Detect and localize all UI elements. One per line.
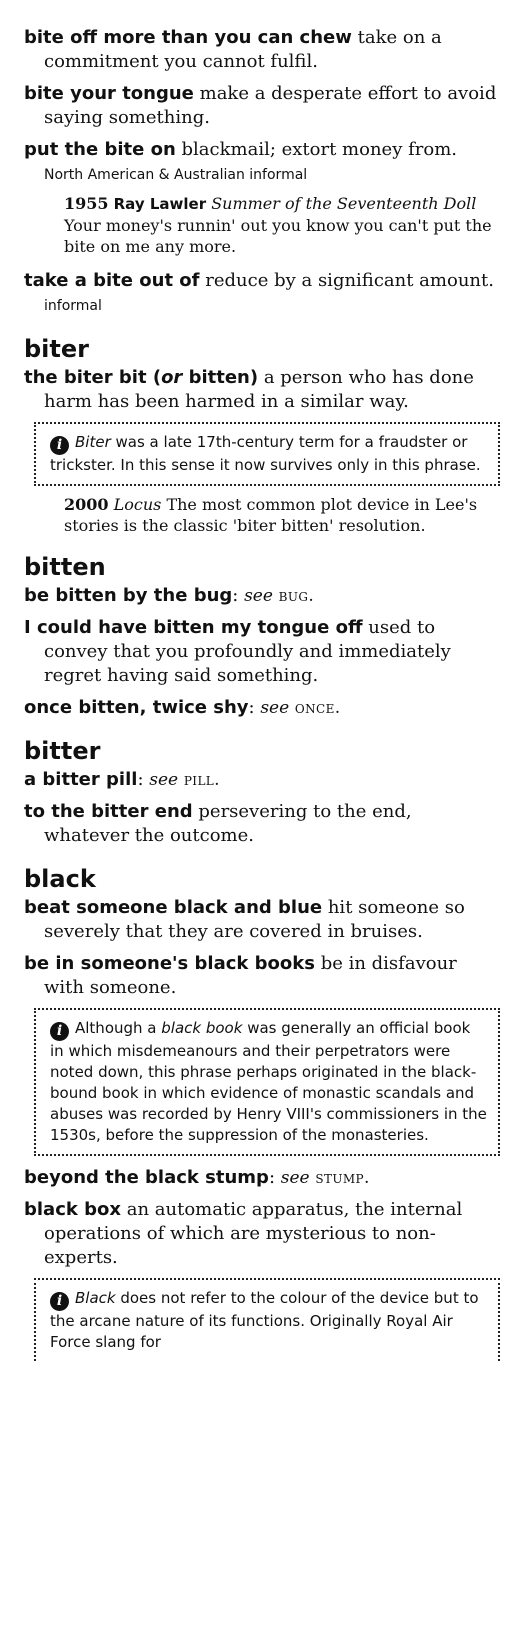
quotation: 2000 Locus The most common plot device i… [64, 494, 500, 536]
see-lead: see [149, 770, 179, 790]
entry-put-the-bite-on: put the bite on blackmail; extort money … [24, 138, 500, 187]
see-lead: see [244, 586, 273, 606]
cross-reference: once. [294, 698, 341, 718]
note-box: i Black does not refer to the colour of t… [34, 1278, 500, 1361]
quote-year: 1955 [64, 194, 109, 213]
entry-black-box: black box an automatic apparatus, the in… [24, 1198, 500, 1270]
cross-reference: bug. [278, 586, 315, 606]
usage-label: North American & Australian informal [44, 167, 308, 183]
info-icon: i [50, 1292, 69, 1311]
entry-black-books: be in someone's black books be in disfav… [24, 952, 500, 1000]
note-term: black book [161, 1019, 243, 1037]
entry-bite-off-more: bite off more than you can chew take on … [24, 26, 500, 74]
info-icon: i [50, 1022, 69, 1041]
entry-bitter-pill: a bitter pill: see pill. [24, 769, 220, 790]
phrase: the biter bit (or bitten) [24, 367, 258, 388]
note-term: Biter [75, 433, 111, 451]
quote-author: Ray Lawler [113, 195, 207, 213]
phrase: beyond the black stump [24, 1167, 269, 1188]
note-text: was a late 17th-century term for a fraud… [50, 433, 481, 474]
entry-biter-bit: the biter bit (or bitten) a person who h… [24, 366, 500, 414]
note-box: i Biter was a late 17th-century term for … [34, 422, 500, 486]
note-lead: Although a [75, 1019, 162, 1037]
note-text: was generally an official book in which … [50, 1019, 487, 1144]
phrase-or: or [161, 367, 183, 388]
info-icon: i [50, 436, 69, 455]
see-lead: see [260, 698, 290, 718]
entry-bitten-tongue-off: I could have bitten my tongue off used t… [24, 616, 500, 688]
entry-once-bitten: once bitten, twice shy: see once. [24, 697, 341, 718]
see-lead: see [280, 1168, 310, 1188]
cross-reference: stump. [315, 1168, 370, 1188]
phrase-part: the biter bit ( [24, 367, 162, 388]
phrase: once bitten, twice shy [24, 697, 249, 718]
phrase: bite your tongue [24, 83, 194, 104]
phrase: beat someone black and blue [24, 897, 323, 918]
phrase: be bitten by the bug [24, 585, 233, 606]
quote-text: Your money's runnin' out you know you ca… [64, 216, 492, 256]
entry-bite-your-tongue: bite your tongue make a desperate effort… [24, 82, 500, 130]
phrase-part: bitten) [182, 367, 259, 388]
definition: blackmail; extort money from. [181, 139, 457, 160]
entry-take-a-bite: take a bite out of reduce by a significa… [24, 269, 500, 318]
phrase: to the bitter end [24, 801, 193, 822]
entry-bitten-by-bug: be bitten by the bug: see bug. [24, 585, 315, 606]
headword-bitten: bitten [24, 553, 106, 581]
phrase: a bitter pill [24, 769, 138, 790]
quote-title: Summer of the Seventeenth Doll [211, 194, 477, 213]
phrase: be in someone's black books [24, 953, 315, 974]
phrase: bite off more than you can chew [24, 27, 352, 48]
entry-bitter-end: to the bitter end persevering to the end… [24, 800, 500, 848]
definition: reduce by a significant amount. [205, 270, 494, 291]
entry-black-stump: beyond the black stump: see stump. [24, 1167, 370, 1188]
dictionary-page: bite off more than you can chew take on … [24, 26, 500, 1361]
headword-biter: biter [24, 335, 89, 363]
quote-title: Locus [113, 495, 162, 514]
phrase: black box [24, 1199, 121, 1220]
note-term: Black [75, 1289, 116, 1307]
note-box: i Although a black book was generally an … [34, 1008, 500, 1156]
cross-reference: pill. [183, 770, 220, 790]
phrase: take a bite out of [24, 270, 200, 291]
usage-label: informal [44, 298, 102, 314]
quotation: 1955 Ray Lawler Summer of the Seventeent… [64, 193, 500, 257]
phrase: put the bite on [24, 139, 176, 160]
phrase: I could have bitten my tongue off [24, 617, 363, 638]
entry-black-and-blue: beat someone black and blue hit someone … [24, 896, 500, 944]
headword-black: black [24, 865, 96, 893]
headword-bitter: bitter [24, 737, 101, 765]
quote-year: 2000 [64, 495, 109, 514]
